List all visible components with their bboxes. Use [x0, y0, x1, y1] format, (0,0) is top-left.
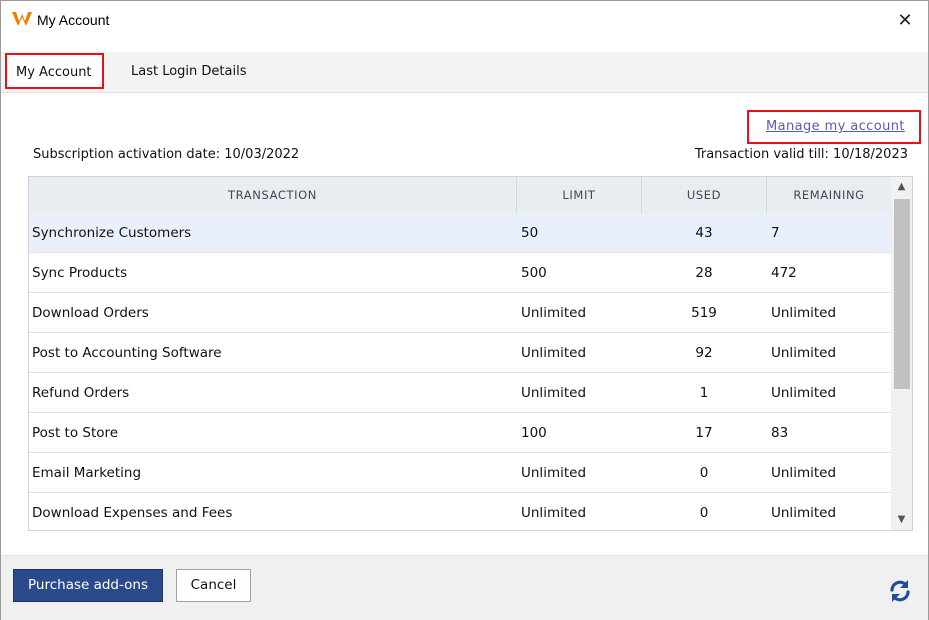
cell-used: 92: [695, 345, 713, 361]
cell-limit: Unlimited: [521, 505, 587, 521]
cell-transaction: Post to Store: [32, 425, 119, 441]
transactions-table: TRANSACTION LIMIT USED REMAINING Synchro…: [28, 176, 913, 531]
table-row[interactable]: Sync Products 500 28 472: [29, 253, 891, 293]
cell-used: 17: [695, 425, 713, 441]
cell-remaining: Unlimited: [771, 465, 837, 481]
cell-transaction: Email Marketing: [32, 465, 142, 481]
manage-account-link[interactable]: Manage my account: [766, 119, 905, 134]
cell-used: 43: [695, 225, 713, 241]
cell-transaction: Post to Accounting Software: [32, 345, 222, 361]
cell-remaining: 472: [771, 265, 797, 281]
cell-limit: Unlimited: [521, 305, 587, 321]
cell-limit: Unlimited: [521, 345, 587, 361]
cell-limit: Unlimited: [521, 465, 587, 481]
cell-used: 1: [699, 385, 709, 401]
scrollbar-thumb[interactable]: [894, 199, 910, 389]
tab-last-login-details[interactable]: Last Login Details: [131, 64, 246, 79]
cell-limit: Unlimited: [521, 385, 587, 401]
table-row[interactable]: Post to Store 100 17 83: [29, 413, 891, 453]
cell-remaining: 7: [771, 225, 780, 241]
column-header-remaining[interactable]: REMAINING: [767, 177, 891, 213]
cell-transaction: Sync Products: [32, 265, 128, 281]
cell-limit: 50: [521, 225, 539, 241]
cell-limit: 100: [521, 425, 547, 441]
cell-used: 0: [699, 465, 709, 481]
scroll-down-icon[interactable]: ▼: [891, 510, 912, 530]
column-header-limit[interactable]: LIMIT: [517, 177, 642, 213]
transaction-valid-till: Transaction valid till: 10/18/2023: [694, 147, 908, 162]
title-bar: My Account ✕: [1, 1, 928, 41]
table-row[interactable]: Download Expenses and Fees Unlimited 0 U…: [29, 493, 891, 530]
cancel-button[interactable]: Cancel: [176, 569, 251, 602]
cell-remaining: Unlimited: [771, 385, 837, 401]
tab-my-account-label[interactable]: My Account: [16, 65, 92, 80]
cell-remaining: Unlimited: [771, 505, 837, 521]
tab-bar: My Account Last Login Details: [1, 52, 928, 93]
purchase-add-ons-button[interactable]: Purchase add-ons: [13, 569, 163, 602]
cell-limit: 500: [521, 265, 547, 281]
close-icon[interactable]: ✕: [893, 9, 917, 33]
cell-used: 0: [699, 505, 709, 521]
cell-remaining: 83: [771, 425, 789, 441]
window-title: My Account: [37, 12, 110, 28]
table-row[interactable]: Email Marketing Unlimited 0 Unlimited: [29, 453, 891, 493]
refresh-icon[interactable]: [887, 578, 913, 604]
cell-remaining: Unlimited: [771, 305, 837, 321]
column-header-transaction[interactable]: TRANSACTION: [29, 177, 517, 213]
cell-transaction: Download Expenses and Fees: [32, 505, 233, 521]
table-row[interactable]: Synchronize Customers 50 43 7: [29, 213, 891, 253]
table-row[interactable]: Post to Accounting Software Unlimited 92…: [29, 333, 891, 373]
cell-used: 519: [691, 305, 717, 321]
cell-transaction: Synchronize Customers: [32, 225, 192, 241]
cell-remaining: Unlimited: [771, 345, 837, 361]
scroll-up-icon[interactable]: ▲: [891, 177, 912, 197]
table-header: TRANSACTION LIMIT USED REMAINING: [29, 177, 891, 213]
table-row[interactable]: Download Orders Unlimited 519 Unlimited: [29, 293, 891, 333]
cell-used: 28: [695, 265, 713, 281]
cell-transaction: Download Orders: [32, 305, 149, 321]
cell-transaction: Refund Orders: [32, 385, 130, 401]
my-account-dialog: My Account ✕ My Account Last Login Detai…: [0, 0, 929, 620]
column-header-used[interactable]: USED: [642, 177, 767, 213]
app-logo-icon: [12, 12, 32, 26]
subscription-activation-date: Subscription activation date: 10/03/2022: [33, 147, 300, 162]
table-row[interactable]: Refund Orders Unlimited 1 Unlimited: [29, 373, 891, 413]
table-scrollbar[interactable]: ▲ ▼: [891, 177, 912, 530]
